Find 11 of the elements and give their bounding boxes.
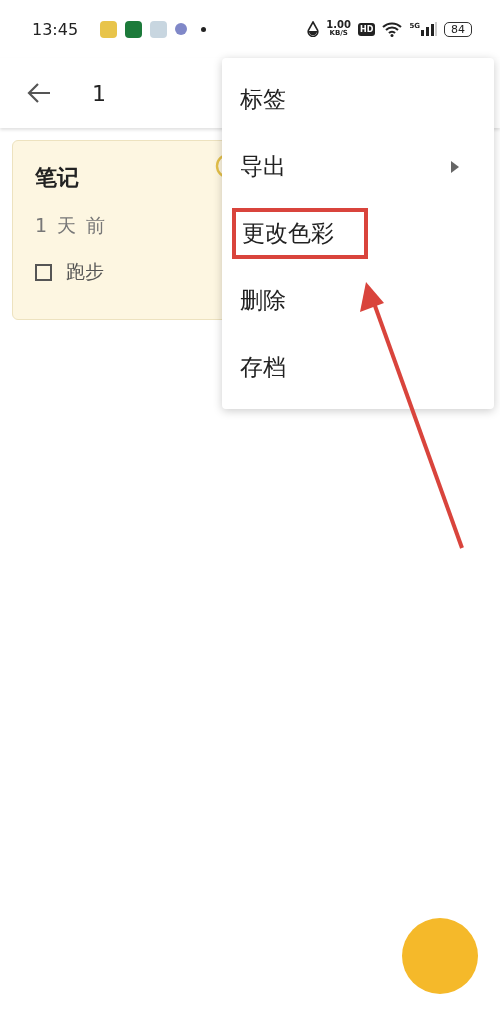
page-title: 1 bbox=[92, 80, 106, 106]
checklist-item: 跑步 bbox=[66, 259, 104, 284]
menu-label: 存档 bbox=[239, 353, 287, 382]
menu-label: 标签 bbox=[239, 85, 287, 114]
highlight-frame: 更改色彩 bbox=[232, 208, 368, 259]
speed-value: 1.00 bbox=[326, 20, 352, 29]
battery-indicator: 84 bbox=[444, 21, 472, 37]
hd-badge: HD bbox=[358, 22, 376, 36]
status-time: 13:45 bbox=[32, 19, 79, 39]
note-time: 1 天 前 bbox=[35, 213, 109, 238]
note-title: 笔记 bbox=[35, 164, 80, 192]
